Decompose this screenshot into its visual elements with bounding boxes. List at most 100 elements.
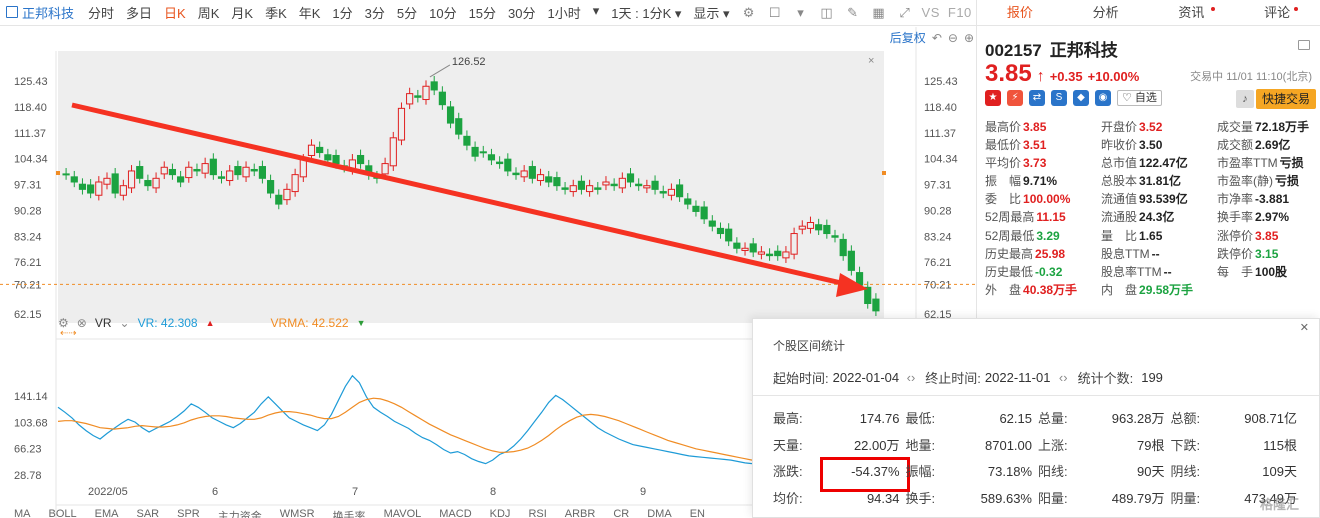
period-tab[interactable]: 分时 <box>82 3 120 22</box>
quote-row: 外 盘 40.38万手内 盘 29.58万手 <box>985 281 1315 299</box>
end-date-input[interactable]: 2022-11-01 <box>985 370 1055 385</box>
candle-body <box>806 222 815 229</box>
chevron-down-icon[interactable]: ▾ <box>587 3 606 22</box>
end-date-stepper[interactable]: ‹› <box>1059 370 1068 385</box>
zoom-in-icon[interactable]: ⊕ <box>964 31 974 45</box>
vs-button[interactable]: VS <box>918 5 944 20</box>
indicator-tab[interactable]: SAR <box>136 508 159 518</box>
menu-icon[interactable] <box>1298 40 1310 50</box>
gear-icon[interactable]: ⚙ <box>741 5 757 21</box>
quote-cell: 52周最高 11.15 <box>985 208 1101 226</box>
start-date-input[interactable]: 2022-01-04 <box>833 370 903 385</box>
margin-icon[interactable]: ⚡ <box>1007 90 1023 106</box>
period-tab[interactable]: 1分 <box>326 3 358 22</box>
panel-tab[interactable]: 资讯 <box>1149 0 1235 25</box>
candle-body <box>586 185 594 193</box>
period-tab[interactable]: 1小时 <box>542 3 587 22</box>
fast-trade-button[interactable]: 快捷交易 <box>1255 89 1316 109</box>
candle-body <box>561 187 569 190</box>
close-icon[interactable]: ✕ <box>1300 321 1309 334</box>
camera-icon[interactable]: ◫ <box>819 5 835 21</box>
popup-title: 个股区间统计 <box>773 339 846 353</box>
panel-tab[interactable]: 报价 <box>977 0 1063 25</box>
indicator-tab[interactable]: WMSR <box>280 508 315 518</box>
checkbox-icon[interactable]: ☐ <box>767 5 783 21</box>
indicator-tab[interactable]: BOLL <box>49 508 77 518</box>
adjust-dropdown[interactable]: 1天 : 1分K ▾ <box>605 3 687 22</box>
indicator-tab[interactable]: CR <box>613 508 629 518</box>
period-tab[interactable]: 5分 <box>391 3 423 22</box>
chevron-down-icon[interactable]: ▾ <box>793 5 809 21</box>
x-tick-label: 8 <box>490 486 496 498</box>
candle-body <box>520 170 528 178</box>
indicator-name[interactable]: VR <box>95 316 112 330</box>
indicator-tab[interactable]: MA <box>14 508 31 518</box>
indicator-tab[interactable]: KDJ <box>490 508 511 518</box>
quote-label: 最低价 <box>985 138 1022 153</box>
divider <box>753 395 1319 396</box>
period-tab[interactable]: 15分 <box>463 3 502 22</box>
add-watchlist-button[interactable]: ♡ 自选 <box>1117 90 1162 106</box>
indicator-tab[interactable]: 主力资金 <box>218 508 262 518</box>
quote-value: 2.97% <box>1255 210 1290 225</box>
quote-row: 历史最高 25.98 股息TTM -- 跌停价 3.15 <box>985 245 1315 263</box>
close-icon[interactable]: ⊗ <box>77 316 87 330</box>
candle-body <box>716 227 725 235</box>
indicator-tab[interactable]: EN <box>690 508 705 518</box>
tag-icon[interactable]: ◆ <box>1073 90 1089 106</box>
quote-cell: 历史最低 -0.32 <box>985 263 1101 281</box>
pen-icon[interactable]: ✎ <box>845 5 861 21</box>
period-tab[interactable]: 10分 <box>423 3 462 22</box>
candle-body <box>757 251 765 255</box>
candle-body <box>152 177 160 189</box>
indicator-tab[interactable]: SPR <box>177 508 200 518</box>
bubble-icon[interactable]: ◉ <box>1095 90 1111 106</box>
period-tab[interactable]: 多日 <box>120 3 158 22</box>
x-tick-label: 2022/05 <box>88 486 128 498</box>
stats-value: 8701.00 <box>985 437 1032 453</box>
indicator-tab[interactable]: MACD <box>439 508 471 518</box>
quote-label: 市净率 <box>1217 192 1254 207</box>
period-tab[interactable]: 日K <box>158 3 192 22</box>
indicator-tab[interactable]: MAVOL <box>384 508 422 518</box>
s-icon[interactable]: S <box>1051 90 1067 106</box>
indicator-tab[interactable]: RSI <box>528 508 546 518</box>
period-tab[interactable]: 年K <box>293 3 327 22</box>
quote-label: 平均价 <box>985 156 1022 171</box>
indicator-tab[interactable]: ARBR <box>565 508 596 518</box>
stock-selector[interactable]: 正邦科技 <box>0 3 82 22</box>
restore-link[interactable]: 后复权 <box>890 29 926 46</box>
indicator-tab[interactable]: 换手率 <box>333 508 366 518</box>
panel-tab[interactable]: 评论 <box>1234 0 1320 25</box>
candle-body <box>87 184 95 194</box>
candle-body <box>422 85 430 101</box>
period-tab[interactable]: 3分 <box>359 3 391 22</box>
stats-label: 总额: <box>1170 411 1201 426</box>
zoom-out-icon[interactable]: ⊖ <box>948 31 958 45</box>
period-tab[interactable]: 周K <box>192 3 226 22</box>
china-flag-icon[interactable]: ★ <box>985 90 1001 106</box>
candle-body <box>512 172 520 176</box>
start-date-stepper[interactable]: ‹› <box>907 370 916 385</box>
gear-icon[interactable]: ⚙ <box>58 316 69 330</box>
quote-value: 100股 <box>1255 264 1288 279</box>
f10-button[interactable]: F10 <box>944 5 976 20</box>
grid-icon[interactable]: ▦ <box>871 5 887 21</box>
chevron-down-icon[interactable]: ⌄ <box>120 316 130 330</box>
expand-icon[interactable]: ⤢ <box>897 5 913 21</box>
peak-label: 126.52 <box>452 56 486 68</box>
period-tab[interactable]: 月K <box>225 3 259 22</box>
period-tab[interactable]: 30分 <box>502 3 541 22</box>
period-tab[interactable]: 季K <box>259 3 293 22</box>
candle-body <box>316 146 324 154</box>
indicator-tab[interactable]: DMA <box>647 508 671 518</box>
candle-body <box>553 177 561 187</box>
indicator-tab[interactable]: EMA <box>95 508 119 518</box>
connect-icon[interactable]: ⇄ <box>1029 90 1045 106</box>
candle-body <box>283 188 291 201</box>
undo-icon[interactable]: ↶ <box>932 31 942 45</box>
panel-tab[interactable]: 分析 <box>1063 0 1149 25</box>
bell-icon[interactable]: ♪ <box>1236 90 1254 108</box>
candle-body <box>455 118 463 135</box>
display-dropdown[interactable]: 显示 ▾ <box>687 3 735 22</box>
